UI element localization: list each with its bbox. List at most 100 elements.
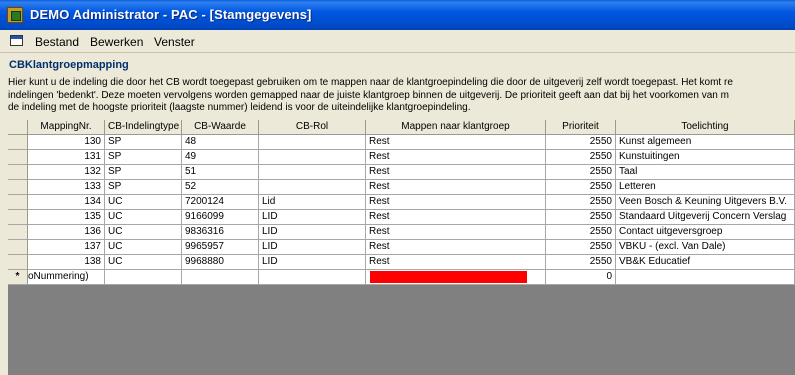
cell-cb-waarde[interactable]: 51 <box>182 165 259 180</box>
cell-toelichting[interactable]: Contact uitgeversgroep <box>616 225 795 240</box>
new-mappingnr-cell[interactable]: oNummering) <box>28 270 105 285</box>
row-selector[interactable] <box>8 195 28 210</box>
cell-prioriteit[interactable]: 2550 <box>546 150 616 165</box>
row-selector[interactable] <box>8 210 28 225</box>
cell-cb-indelingtype[interactable]: SP <box>105 135 182 150</box>
cell-cb-rol[interactable]: LID <box>259 225 366 240</box>
new-cell-toelichting[interactable] <box>616 270 795 285</box>
cell-prioriteit[interactable]: 2550 <box>546 135 616 150</box>
window-menu-icon[interactable] <box>10 35 23 46</box>
cell-mappingnr[interactable]: 133 <box>28 180 105 195</box>
cell-toelichting[interactable]: Taal <box>616 165 795 180</box>
cell-mappingnr[interactable]: 132 <box>28 165 105 180</box>
cell-cb-rol[interactable]: LID <box>259 255 366 270</box>
menu-bewerken[interactable]: Bewerken <box>90 35 143 49</box>
new-record-row[interactable]: * oNummering) 0 <box>8 270 795 285</box>
column-header-mappen-naar-klantgroep[interactable]: Mappen naar klantgroep <box>366 120 546 135</box>
new-prioriteit-cell[interactable]: 0 <box>546 270 616 285</box>
table-row[interactable]: 138 UC 9968880 LID Rest 2550 VB&K Educatief <box>8 255 795 270</box>
cell-cb-rol[interactable] <box>259 180 366 195</box>
cell-mappen-naar-klantgroep[interactable]: Rest <box>366 225 546 240</box>
cell-mappen-naar-klantgroep[interactable]: Rest <box>366 180 546 195</box>
column-header-prioriteit[interactable]: Prioriteit <box>546 120 616 135</box>
cell-mappingnr[interactable]: 134 <box>28 195 105 210</box>
cell-cb-waarde[interactable]: 9166099 <box>182 210 259 225</box>
cell-mappen-naar-klantgroep[interactable]: Rest <box>366 135 546 150</box>
cell-cb-waarde[interactable]: 7200124 <box>182 195 259 210</box>
table-row[interactable]: 135 UC 9166099 LID Rest 2550 Standaard Uitgeve… <box>8 210 795 225</box>
cell-prioriteit[interactable]: 2550 <box>546 240 616 255</box>
cell-mappen-naar-klantgroep[interactable]: Rest <box>366 240 546 255</box>
cell-toelichting[interactable]: VBKU - (excl. Van Dale) <box>616 240 795 255</box>
cell-cb-rol[interactable]: Lid <box>259 195 366 210</box>
row-selector[interactable] <box>8 135 28 150</box>
new-cell-cb-waarde[interactable] <box>182 270 259 285</box>
cell-cb-waarde[interactable]: 52 <box>182 180 259 195</box>
row-selector[interactable] <box>8 240 28 255</box>
cell-cb-waarde[interactable]: 9968880 <box>182 255 259 270</box>
cell-cb-waarde[interactable]: 9965957 <box>182 240 259 255</box>
new-klantgroep-combo[interactable] <box>366 270 546 285</box>
column-header-cb-indelingtype[interactable]: CB-Indelingtype <box>105 120 182 135</box>
cell-cb-rol[interactable]: LID <box>259 240 366 255</box>
cell-prioriteit[interactable]: 2550 <box>546 165 616 180</box>
cell-mappen-naar-klantgroep[interactable]: Rest <box>366 255 546 270</box>
cell-cb-rol[interactable] <box>259 165 366 180</box>
new-cell-cb-rol[interactable] <box>259 270 366 285</box>
cell-cb-indelingtype[interactable]: UC <box>105 225 182 240</box>
cell-mappen-naar-klantgroep[interactable]: Rest <box>366 195 546 210</box>
table-row[interactable]: 131 SP 49 Rest 2550 Kunstuitingen <box>8 150 795 165</box>
row-selector[interactable] <box>8 225 28 240</box>
cell-toelichting[interactable]: Kunst algemeen <box>616 135 795 150</box>
cell-mappingnr[interactable]: 130 <box>28 135 105 150</box>
column-header-mappingnr[interactable]: MappingNr. <box>28 120 105 135</box>
cell-cb-rol[interactable] <box>259 150 366 165</box>
cell-cb-indelingtype[interactable]: UC <box>105 195 182 210</box>
cell-cb-rol[interactable] <box>259 135 366 150</box>
cell-cb-indelingtype[interactable]: UC <box>105 240 182 255</box>
cell-mappingnr[interactable]: 135 <box>28 210 105 225</box>
cell-cb-waarde[interactable]: 9836316 <box>182 225 259 240</box>
cell-mappingnr[interactable]: 138 <box>28 255 105 270</box>
column-header-cb-waarde[interactable]: CB-Waarde <box>182 120 259 135</box>
cell-prioriteit[interactable]: 2550 <box>546 255 616 270</box>
menu-bestand[interactable]: Bestand <box>35 35 79 49</box>
cell-toelichting[interactable]: Veen Bosch & Keuning Uitgevers B.V. <box>616 195 795 210</box>
table-row[interactable]: 136 UC 9836316 LID Rest 2550 Contact uitgevers… <box>8 225 795 240</box>
cell-toelichting[interactable]: Standaard Uitgeverij Concern Verslag <box>616 210 795 225</box>
row-selector[interactable] <box>8 180 28 195</box>
cell-cb-indelingtype[interactable]: SP <box>105 150 182 165</box>
cell-toelichting[interactable]: Kunstuitingen <box>616 150 795 165</box>
cell-prioriteit[interactable]: 2550 <box>546 195 616 210</box>
cell-cb-indelingtype[interactable]: SP <box>105 165 182 180</box>
table-row[interactable]: 134 UC 7200124 Lid Rest 2550 Veen Bosch & Keun… <box>8 195 795 210</box>
cell-cb-rol[interactable]: LID <box>259 210 366 225</box>
table-row[interactable]: 137 UC 9965957 LID Rest 2550 VBKU - (excl. Van… <box>8 240 795 255</box>
new-cell-cb-indelingtype[interactable] <box>105 270 182 285</box>
cell-prioriteit[interactable]: 2550 <box>546 180 616 195</box>
cell-cb-waarde[interactable]: 48 <box>182 135 259 150</box>
cell-prioriteit[interactable]: 2550 <box>546 225 616 240</box>
column-header-cb-rol[interactable]: CB-Rol <box>259 120 366 135</box>
cell-cb-indelingtype[interactable]: UC <box>105 255 182 270</box>
cell-toelichting[interactable]: Letteren <box>616 180 795 195</box>
column-header-toelichting[interactable]: Toelichting <box>616 120 795 135</box>
table-row[interactable]: 130 SP 48 Rest 2550 Kunst algemeen <box>8 135 795 150</box>
row-selector[interactable] <box>8 255 28 270</box>
cell-mappen-naar-klantgroep[interactable]: Rest <box>366 165 546 180</box>
cell-mappen-naar-klantgroep[interactable]: Rest <box>366 150 546 165</box>
cell-cb-indelingtype[interactable]: UC <box>105 210 182 225</box>
cell-prioriteit[interactable]: 2550 <box>546 210 616 225</box>
cell-cb-indelingtype[interactable]: SP <box>105 180 182 195</box>
table-row[interactable]: 133 SP 52 Rest 2550 Letteren <box>8 180 795 195</box>
menu-venster[interactable]: Venster <box>154 35 195 49</box>
cell-mappingnr[interactable]: 136 <box>28 225 105 240</box>
row-selector[interactable] <box>8 165 28 180</box>
cell-mappingnr[interactable]: 131 <box>28 150 105 165</box>
cell-mappingnr[interactable]: 137 <box>28 240 105 255</box>
cell-cb-waarde[interactable]: 49 <box>182 150 259 165</box>
row-selector[interactable] <box>8 150 28 165</box>
table-row[interactable]: 132 SP 51 Rest 2550 Taal <box>8 165 795 180</box>
cell-toelichting[interactable]: VB&K Educatief <box>616 255 795 270</box>
cell-mappen-naar-klantgroep[interactable]: Rest <box>366 210 546 225</box>
